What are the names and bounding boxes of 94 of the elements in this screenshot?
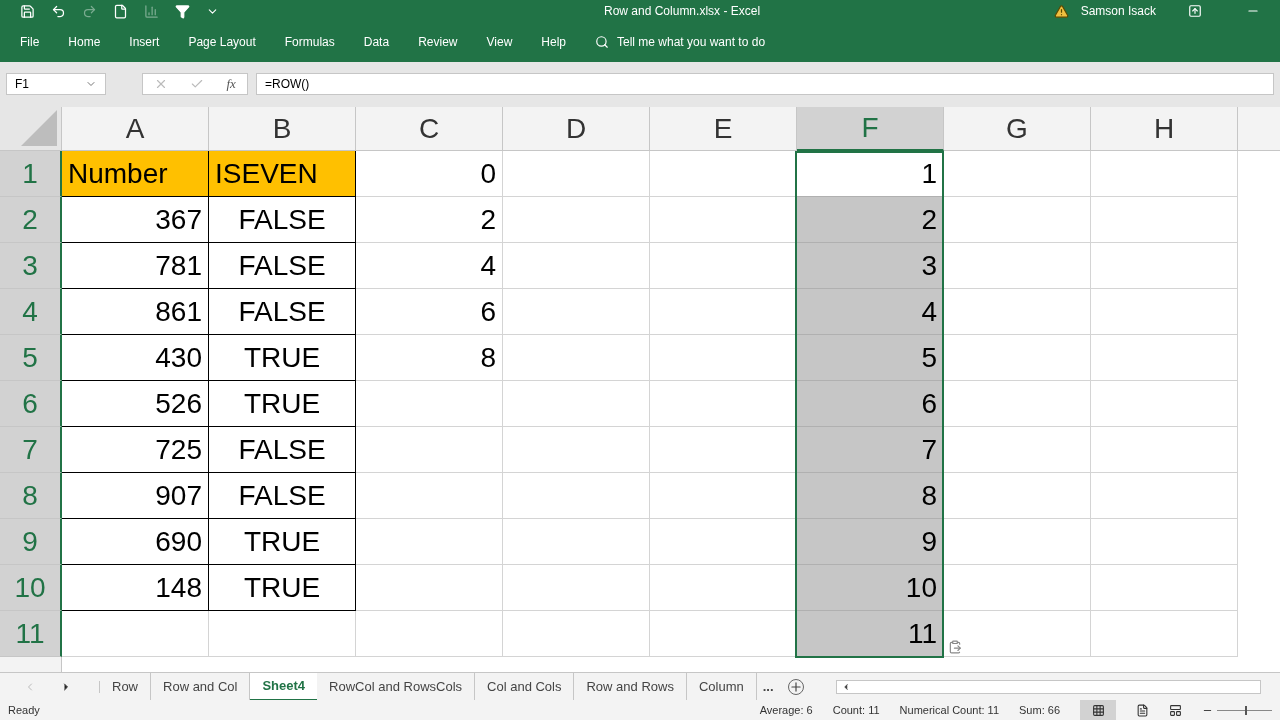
- row-header[interactable]: 1: [0, 151, 62, 197]
- status-stat[interactable]: Count: 11: [832, 701, 880, 719]
- table-cell[interactable]: 4: [356, 243, 503, 289]
- normal-view-button[interactable]: [1080, 700, 1116, 720]
- table-cell[interactable]: Number: [62, 151, 209, 197]
- table-cell[interactable]: FALSE: [209, 243, 356, 289]
- table-cell[interactable]: 2: [797, 197, 944, 243]
- table-cell[interactable]: 725: [62, 427, 209, 473]
- more-sheets[interactable]: ...: [756, 676, 780, 697]
- table-cell[interactable]: TRUE: [209, 381, 356, 427]
- horizontal-scrollbar[interactable]: [835, 679, 1261, 694]
- warning-icon: [1053, 3, 1069, 19]
- ribbon-tab[interactable]: Insert: [129, 33, 160, 51]
- column-header[interactable]: [1238, 107, 1280, 151]
- ribbon-tab[interactable]: File: [20, 33, 40, 51]
- ribbon-tab[interactable]: Home: [68, 33, 101, 51]
- table-cell[interactable]: 8: [797, 473, 944, 519]
- window-title: Row and Column.xlsx - Excel: [604, 3, 761, 20]
- quick-analysis-icon[interactable]: [948, 640, 962, 654]
- table-cell[interactable]: 367: [62, 197, 209, 243]
- table-cell[interactable]: 10: [797, 565, 944, 611]
- table-cell[interactable]: TRUE: [209, 519, 356, 565]
- row-header[interactable]: 2: [0, 197, 62, 243]
- ribbon-tab[interactable]: View: [486, 33, 513, 51]
- table-cell[interactable]: 2: [356, 197, 503, 243]
- table-cell[interactable]: FALSE: [209, 473, 356, 519]
- column-header[interactable]: E: [650, 107, 797, 151]
- sheet-tab[interactable]: Sheet4: [250, 672, 318, 701]
- formula-field[interactable]: =ROW(): [256, 72, 1274, 95]
- row-header[interactable]: 7: [0, 427, 62, 473]
- insert-function-button[interactable]: fx: [226, 73, 236, 94]
- table-cell[interactable]: 907: [62, 473, 209, 519]
- table-cell[interactable]: 3: [797, 243, 944, 289]
- column-header[interactable]: G: [944, 107, 1091, 151]
- user-name[interactable]: Samson Isack: [1080, 2, 1156, 20]
- grid-icon: [1091, 703, 1105, 717]
- row-header[interactable]: 3: [0, 243, 62, 289]
- name-box[interactable]: F1: [6, 72, 106, 95]
- row-header[interactable]: 5: [0, 335, 62, 381]
- status-text: Ready: [8, 702, 40, 718]
- table-cell[interactable]: 7: [797, 427, 944, 473]
- ribbon-tab[interactable]: Help: [541, 33, 566, 51]
- table-cell[interactable]: 9: [797, 519, 944, 565]
- ribbon-tab[interactable]: Data: [363, 33, 390, 51]
- undo-icon[interactable]: [51, 3, 66, 19]
- row-header[interactable]: 9: [0, 519, 62, 565]
- table-cell[interactable]: 148: [62, 565, 209, 611]
- row-header[interactable]: 10: [0, 565, 62, 611]
- status-stat[interactable]: Numerical Count: 11: [899, 701, 1000, 719]
- row-header[interactable]: 4: [0, 289, 62, 335]
- column-header[interactable]: C: [356, 107, 503, 151]
- filter-icon[interactable]: [175, 3, 190, 19]
- new-file-icon[interactable]: [113, 3, 128, 19]
- search-icon: [595, 35, 609, 49]
- table-cell[interactable]: 6: [356, 289, 503, 335]
- row-header[interactable]: [0, 657, 62, 672]
- table-cell[interactable]: 8: [356, 335, 503, 381]
- column-header[interactable]: D: [503, 107, 650, 151]
- table-cell[interactable]: FALSE: [209, 289, 356, 335]
- ribbon-tab[interactable]: Page Layout: [188, 33, 256, 51]
- ribbon-tab[interactable]: Review: [418, 33, 458, 51]
- table-cell[interactable]: FALSE: [209, 197, 356, 243]
- table-cell[interactable]: 4: [797, 289, 944, 335]
- table-cell[interactable]: ISEVEN: [209, 151, 356, 197]
- ribbon-tab[interactable]: Formulas: [284, 33, 335, 51]
- table-cell[interactable]: 861: [62, 289, 209, 335]
- table-cell[interactable]: 6: [797, 381, 944, 427]
- table-cell[interactable]: 5: [797, 335, 944, 381]
- tell-me-field[interactable]: Tell me what you want to do: [595, 33, 817, 51]
- table-cell[interactable]: 690: [62, 519, 209, 565]
- ribbon-display-icon[interactable]: [1188, 4, 1202, 18]
- page-break-icon[interactable]: [1169, 703, 1182, 717]
- page-layout-icon[interactable]: [1136, 703, 1149, 717]
- row-header[interactable]: 8: [0, 473, 62, 519]
- column-header[interactable]: B: [209, 107, 356, 151]
- table-cell[interactable]: TRUE: [209, 565, 356, 611]
- table-cell[interactable]: 430: [62, 335, 209, 381]
- zoom-slider[interactable]: [1217, 705, 1272, 715]
- table-cell[interactable]: 11: [797, 611, 944, 657]
- column-header[interactable]: F: [797, 107, 944, 151]
- status-stat[interactable]: Sum: 66: [1019, 701, 1060, 719]
- column-header[interactable]: H: [1091, 107, 1238, 151]
- table-cell[interactable]: 0: [356, 151, 503, 197]
- table-cell[interactable]: 781: [62, 243, 209, 289]
- table-cell[interactable]: TRUE: [209, 335, 356, 381]
- column-header[interactable]: A: [62, 107, 209, 151]
- row-header[interactable]: 11: [0, 611, 62, 657]
- table-cell[interactable]: 526: [62, 381, 209, 427]
- zoom-thumb[interactable]: [1244, 705, 1247, 715]
- row-header[interactable]: 6: [0, 381, 62, 427]
- cell-reference: F1: [15, 75, 29, 93]
- table-cell[interactable]: FALSE: [209, 427, 356, 473]
- status-stat[interactable]: Average: 6: [759, 701, 813, 719]
- save-icon[interactable]: [20, 3, 35, 19]
